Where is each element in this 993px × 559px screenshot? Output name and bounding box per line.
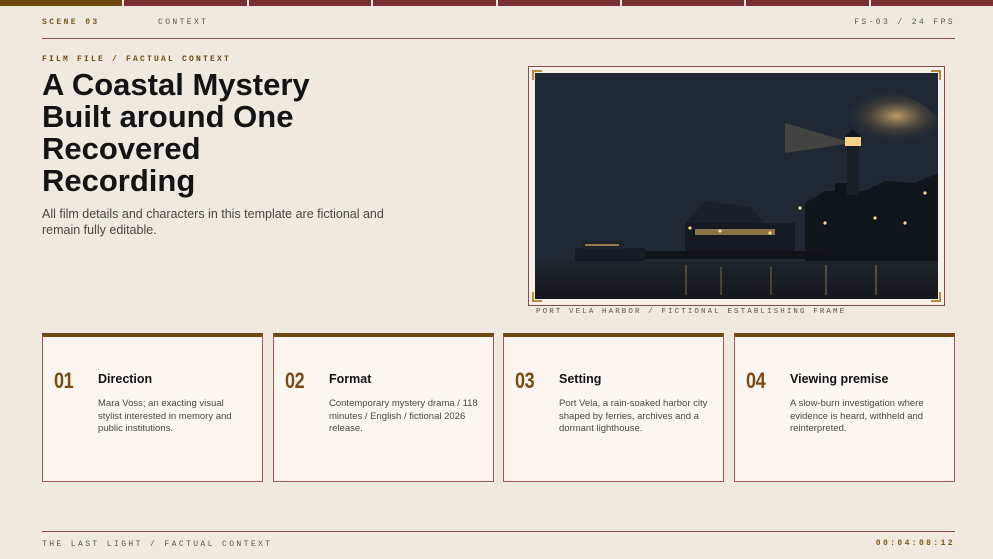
progress-segment: [124, 0, 247, 6]
card-heading: Direction: [98, 372, 153, 386]
progress-segment: [870, 0, 993, 6]
card-heading: Setting: [559, 372, 602, 386]
establishing-image: [535, 73, 938, 299]
frame-corner: [532, 70, 542, 80]
title-line: A Coastal Mystery: [42, 67, 310, 102]
subtitle: All film details and characters in this …: [42, 207, 384, 237]
card-number: 03: [515, 368, 535, 393]
footer-label: THE LAST LIGHT / FACTUAL CONTEXT: [42, 540, 273, 549]
scene-label: SCENE 03: [42, 18, 100, 27]
card-heading: Format: [329, 372, 372, 386]
context-label: CONTEXT: [158, 18, 209, 27]
harbor-illustration: [535, 73, 938, 299]
eyebrow-label: FILM FILE / FACTUAL CONTEXT: [42, 55, 232, 64]
fact-card-direction: 01 Direction Mara Voss; an exacting visu…: [42, 333, 263, 482]
progress-segment: [0, 0, 123, 6]
frame-corner: [931, 70, 941, 80]
page-title: A Coastal Mystery Built around One Recov…: [42, 69, 402, 197]
progress-segment: [746, 0, 869, 6]
frame-corner: [931, 292, 941, 302]
footer-bar: THE LAST LIGHT / FACTUAL CONTEXT 00:04:0…: [42, 531, 955, 553]
progress-segment: [248, 0, 372, 6]
progress-segment: [497, 0, 620, 6]
progress-segment: [621, 0, 745, 6]
card-body: Port Vela, a rain-soaked harbor city sha…: [559, 398, 708, 434]
timecode: 00:04:08:12: [875, 539, 955, 548]
title-line: Recovered: [42, 131, 201, 166]
progress-segment: [373, 0, 496, 6]
card-body: Contemporary mystery drama / 118 minutes…: [329, 398, 478, 434]
card-body: A slow-burn investigation where evidence…: [790, 398, 924, 434]
fact-card-format: 02 Format Contemporary mystery drama / 1…: [273, 333, 494, 482]
card-number: 04: [746, 368, 766, 393]
fact-card-setting: 03 Setting Port Vela, a rain-soaked harb…: [503, 333, 724, 482]
image-caption: PORT VELA HARBOR / FICTIONAL ESTABLISHIN…: [536, 308, 847, 316]
card-body: Mara Voss; an exacting visual stylist in…: [98, 398, 232, 434]
title-line: Recording: [42, 163, 196, 198]
frame-corner: [532, 292, 542, 302]
title-line: Built around One: [42, 99, 294, 134]
fps-label: FS-03 / 24 FPS: [854, 18, 955, 27]
fact-cards: 01 Direction Mara Voss; an exacting visu…: [42, 333, 955, 482]
fact-card-viewing-premise: 04 Viewing premise A slow-burn investiga…: [734, 333, 955, 482]
card-heading: Viewing premise: [790, 372, 889, 386]
top-bar: SCENE 03 CONTEXT FS-03 / 24 FPS: [42, 17, 955, 39]
card-number: 01: [54, 368, 74, 393]
progress-bar: [0, 0, 993, 6]
card-number: 02: [285, 368, 305, 393]
establishing-image-frame: [528, 66, 945, 306]
